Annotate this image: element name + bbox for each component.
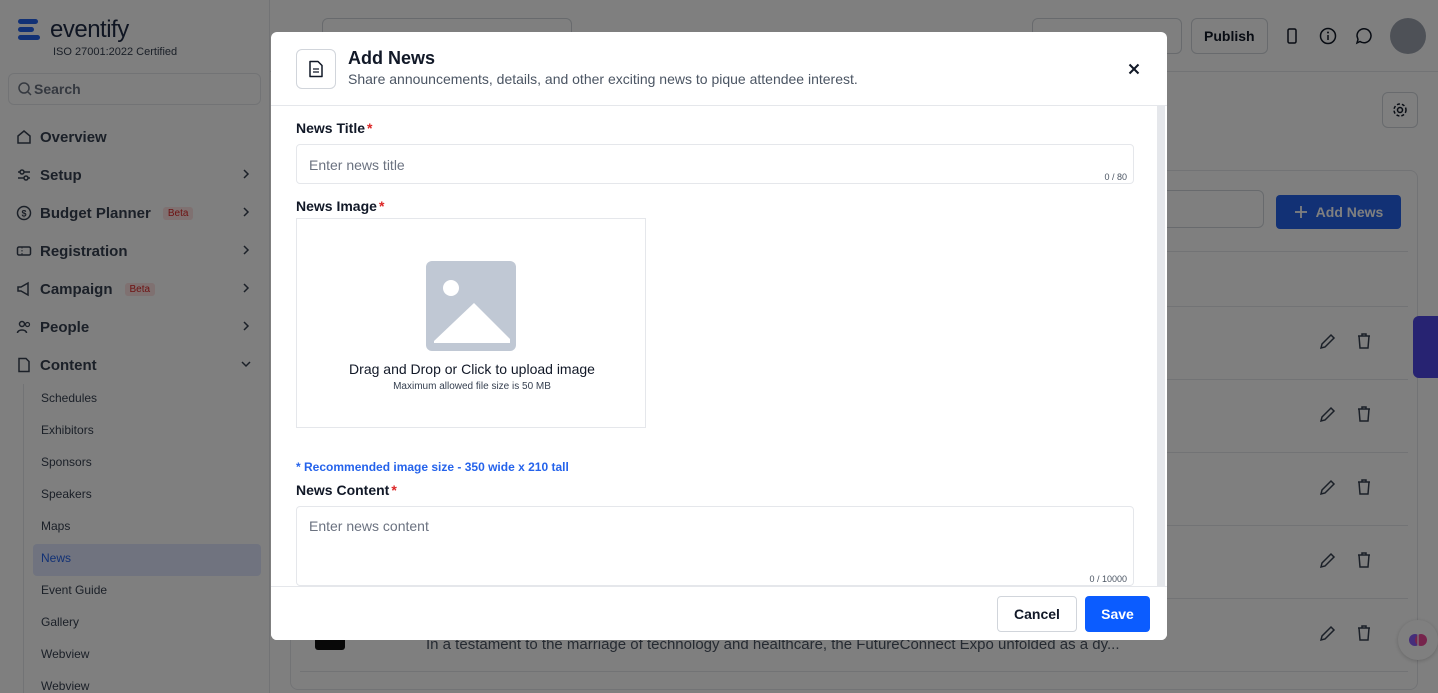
close-button[interactable] bbox=[1124, 59, 1144, 79]
save-button[interactable]: Save bbox=[1085, 596, 1150, 632]
news-content-placeholder: Enter news content bbox=[309, 518, 429, 534]
close-icon bbox=[1128, 63, 1140, 75]
news-title-input[interactable]: Enter news title 0 / 80 bbox=[296, 144, 1134, 184]
modal-subtitle: Share announcements, details, and other … bbox=[348, 71, 858, 87]
document-icon bbox=[309, 60, 323, 78]
news-title-placeholder: Enter news title bbox=[309, 157, 405, 173]
upload-size-limit: Maximum allowed file size is 50 MB bbox=[393, 381, 551, 392]
modal-body: News Title * Enter news title 0 / 80 News… bbox=[271, 106, 1167, 586]
required-mark: * bbox=[378, 198, 385, 214]
news-content-label: News Content * bbox=[296, 482, 397, 498]
modal-header: Add News Share announcements, details, a… bbox=[271, 32, 1167, 106]
news-content-label-text: News Content bbox=[296, 482, 390, 498]
news-title-label: News Title * bbox=[296, 120, 372, 136]
cancel-button[interactable]: Cancel bbox=[997, 596, 1077, 632]
modal-scrollbar[interactable] bbox=[1157, 106, 1165, 586]
required-mark: * bbox=[367, 120, 373, 136]
image-placeholder-icon bbox=[426, 261, 516, 351]
recommended-size-note: * Recommended image size - 350 wide x 21… bbox=[296, 460, 569, 474]
add-news-modal: Add News Share announcements, details, a… bbox=[271, 32, 1167, 640]
modal-title: Add News bbox=[348, 48, 436, 68]
news-content-textarea[interactable]: Enter news content 0 / 10000 bbox=[296, 506, 1134, 586]
image-icon bbox=[434, 280, 510, 343]
image-upload-dropzone[interactable]: Drag and Drop or Click to upload image M… bbox=[296, 218, 646, 428]
news-image-label-text: News Image bbox=[296, 198, 377, 214]
modal-header-icon bbox=[296, 49, 336, 89]
required-mark: * bbox=[391, 482, 397, 498]
modal-footer: Cancel Save bbox=[271, 586, 1167, 640]
upload-instruction: Drag and Drop or Click to upload image bbox=[349, 361, 595, 377]
news-title-label-text: News Title bbox=[296, 120, 365, 136]
news-image-label: News Image * bbox=[296, 198, 384, 214]
news-title-counter: 0 / 80 bbox=[1104, 172, 1127, 182]
news-content-counter: 0 / 10000 bbox=[1089, 574, 1127, 584]
